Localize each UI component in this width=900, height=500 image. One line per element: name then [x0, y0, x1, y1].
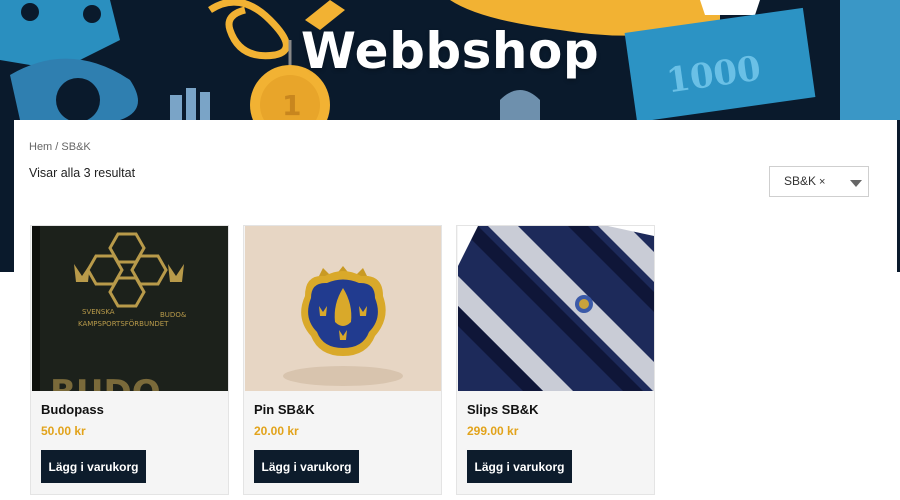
pin-picture	[245, 226, 441, 391]
breadcrumb-home-link[interactable]: Hem	[29, 141, 52, 153]
product-price: 50.00 kr	[41, 424, 86, 438]
product-name[interactable]: Pin SB&K	[254, 402, 315, 417]
add-to-cart-button[interactable]: Lägg i varukorg	[254, 450, 359, 483]
shop-panel: Hem / SB&K Visar alla 3 resultat SB&K×	[14, 120, 897, 500]
remove-filter-icon[interactable]: ×	[819, 176, 825, 188]
budopass-text-3: KAMPSPORTSFÖRBUNDET	[78, 319, 169, 328]
product-price: 299.00 kr	[467, 424, 519, 438]
breadcrumb: Hem / SB&K	[29, 141, 91, 153]
svg-text:1: 1	[282, 89, 301, 122]
product-price: 20.00 kr	[254, 424, 299, 438]
budopass-text-1: SVENSKA	[82, 308, 115, 316]
product-image-pin[interactable]	[245, 226, 441, 391]
add-to-cart-button[interactable]: Lägg i varukorg	[41, 450, 146, 483]
budopass-text-large: BUDO	[50, 373, 161, 391]
budopass-picture: SVENSKA BUDO& KAMPSPORTSFÖRBUNDET BUDO	[32, 226, 228, 391]
chevron-down-icon[interactable]	[850, 180, 862, 187]
page-title: Webbshop	[300, 22, 600, 80]
slips-picture	[458, 226, 654, 391]
product-card: Slips SB&K 299.00 kr Lägg i varukorg	[456, 225, 655, 495]
product-name[interactable]: Budopass	[41, 402, 104, 417]
add-to-cart-button[interactable]: Lägg i varukorg	[467, 450, 572, 483]
result-count: Visar alla 3 resultat	[29, 166, 136, 180]
filter-chip: SB&K ×	[784, 174, 825, 188]
product-image-budopass[interactable]: SVENSKA BUDO& KAMPSPORTSFÖRBUNDET BUDO	[32, 226, 228, 391]
category-filter-select[interactable]: SB&K ×	[769, 166, 869, 197]
filter-chip-label: SB&K	[784, 174, 817, 188]
budopass-text-2: BUDO&	[160, 311, 187, 319]
product-image-slips[interactable]	[458, 226, 654, 391]
product-card: SVENSKA BUDO& KAMPSPORTSFÖRBUNDET BUDO B…	[30, 225, 229, 495]
breadcrumb-current: SB&K	[61, 141, 91, 153]
product-name[interactable]: Slips SB&K	[467, 402, 539, 417]
product-card: Pin SB&K 20.00 kr Lägg i varukorg	[243, 225, 442, 495]
